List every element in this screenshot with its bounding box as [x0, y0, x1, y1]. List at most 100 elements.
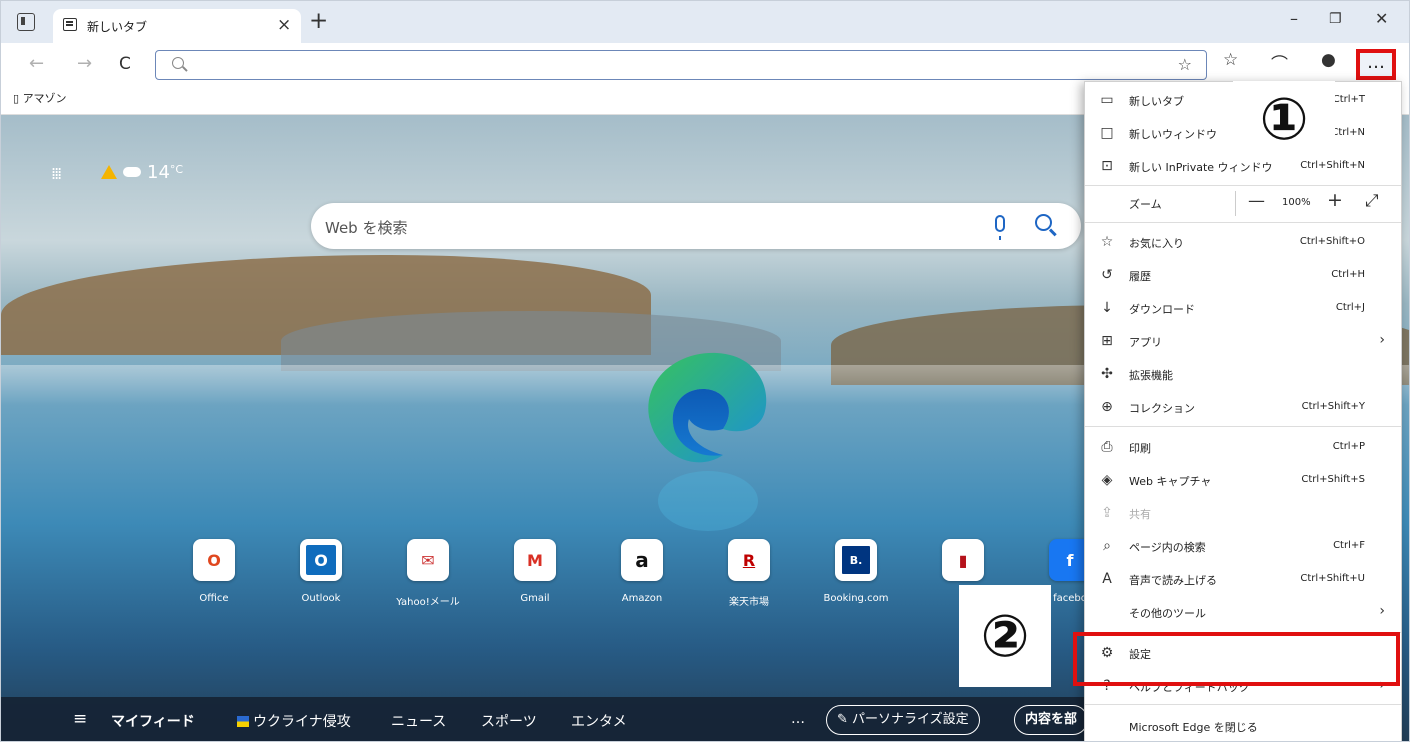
minimize-button[interactable]: – — [1290, 9, 1298, 28]
feed-tab-ukraine[interactable]: ウクライナ侵攻 — [237, 711, 351, 731]
share-icon: ⇪ — [1101, 505, 1113, 521]
new-tab-button[interactable]: + — [309, 10, 328, 33]
menu-label: 拡張機能 — [1129, 369, 1173, 382]
booking-icon: B. — [835, 539, 877, 581]
tile-amazon[interactable]: a Amazon — [597, 539, 687, 604]
menu-share[interactable]: ⇪ 共有 — [1085, 497, 1401, 530]
menu-read-aloud[interactable]: A 音声で読み上げる Ctrl+Shift+U — [1085, 563, 1401, 596]
menu-shortcut: Ctrl+Shift+Y — [1301, 401, 1365, 412]
menu-downloads[interactable]: ↓ ダウンロード Ctrl+J — [1085, 292, 1401, 325]
favorites-icon: ☆ — [1100, 234, 1114, 250]
feed-tab-label: ウクライナ侵攻 — [253, 714, 351, 730]
step-marker-1: ① — [1233, 81, 1335, 157]
menu-print[interactable]: ⎙ 印刷 Ctrl+P — [1085, 431, 1401, 464]
weather-widget[interactable]: 14°C — [101, 162, 183, 183]
tile-label: Gmail — [520, 593, 550, 604]
amazon-icon: a — [621, 539, 663, 581]
forward-button[interactable]: → — [77, 53, 92, 74]
extensions-icon: ✣ — [1101, 366, 1113, 382]
fullscreen-icon[interactable]: ⤢ — [1365, 191, 1379, 211]
menu-label: Web キャプチャ — [1129, 475, 1212, 488]
menu-close-edge[interactable]: Microsoft Edge を閉じる — [1085, 710, 1401, 741]
tile-office[interactable]: O Office — [169, 539, 259, 604]
settings-and-more-button[interactable]: … — [1356, 49, 1396, 80]
close-window-button[interactable]: ✕ — [1375, 9, 1388, 28]
menu-label: 新しいタブ — [1129, 95, 1184, 108]
menu-favorites[interactable]: ☆ お気に入り Ctrl+Shift+O — [1085, 226, 1401, 259]
content-settings-button[interactable]: 内容を部 — [1014, 705, 1089, 735]
feed-tab-sports[interactable]: スポーツ — [481, 711, 537, 731]
menu-separator — [1085, 185, 1401, 186]
gmail-icon: M — [514, 539, 556, 581]
favorite-item[interactable]: ▯ アマゾン — [13, 90, 67, 106]
tab-close-button[interactable]: × — [277, 15, 291, 35]
menu-collections[interactable]: ⊕ コレクション Ctrl+Shift+Y — [1085, 391, 1401, 424]
tile-outlook[interactable]: O Outlook — [276, 539, 366, 604]
feed-tab-entertainment[interactable]: エンタメ — [571, 711, 627, 731]
tile-gmail[interactable]: M Gmail — [490, 539, 580, 604]
address-bar[interactable]: ☆ — [155, 50, 1207, 80]
menu-shortcut: Ctrl+N — [1331, 127, 1365, 138]
personalize-button[interactable]: ✎ パーソナライズ設定 — [826, 705, 980, 735]
zoom-in-button[interactable]: + — [1327, 189, 1343, 211]
quick-links: O Office O Outlook ✉ Yahoo!メール M Gmail a Amaz… — [169, 539, 1091, 619]
menu-label: ダウンロード — [1129, 303, 1195, 316]
outlook-icon: O — [300, 539, 342, 581]
feed-tab-news[interactable]: ニュース — [391, 711, 446, 731]
collections-icon[interactable]: ⌒ — [1271, 50, 1288, 75]
menu-label: 音声で読み上げる — [1129, 574, 1217, 587]
menu-history[interactable]: ↺ 履歴 Ctrl+H — [1085, 259, 1401, 292]
back-button[interactable]: ← — [29, 53, 44, 74]
menu-shortcut: Ctrl+Shift+S — [1301, 474, 1365, 485]
favorites-icon[interactable]: ☆ — [1223, 50, 1238, 70]
web-search-box[interactable]: Web を検索 — [311, 203, 1081, 249]
edge-logo-reflection — [658, 471, 758, 531]
menu-label: その他のツール — [1129, 607, 1206, 620]
rakuten-icon: R — [728, 539, 770, 581]
tab-actions-icon[interactable] — [17, 13, 35, 31]
web-capture-icon: ◈ — [1101, 472, 1113, 488]
search-icon[interactable] — [1035, 214, 1052, 231]
menu-label: 履歴 — [1129, 270, 1151, 283]
refresh-button[interactable]: C — [119, 54, 131, 74]
zoom-out-button[interactable]: — — [1248, 191, 1265, 211]
warning-icon — [101, 165, 117, 179]
menu-label: コレクション — [1129, 402, 1195, 415]
menu-icon[interactable]: ≡ — [73, 709, 87, 729]
menu-shortcut: Ctrl+T — [1332, 94, 1365, 105]
tile-rakuten[interactable]: R 楽天市場 — [704, 539, 794, 608]
zoom-level: 100% — [1282, 197, 1311, 208]
tile-label: Office — [199, 593, 229, 604]
profile-icon[interactable]: ● — [1321, 50, 1336, 70]
feed-more-button[interactable]: … — [791, 711, 805, 727]
restore-button[interactable]: ❐ — [1329, 11, 1342, 27]
menu-find[interactable]: ⌕ ページ内の検索 Ctrl+F — [1085, 530, 1401, 563]
menu-web-capture[interactable]: ◈ Web キャプチャ Ctrl+Shift+S — [1085, 464, 1401, 497]
shopping-bag-icon: ▮ — [942, 539, 984, 581]
microphone-icon[interactable] — [995, 215, 1005, 240]
new-tab-icon: ▭ — [1100, 92, 1114, 108]
chevron-right-icon: › — [1379, 603, 1385, 619]
menu-shortcut: Ctrl+F — [1333, 540, 1365, 551]
menu-apps[interactable]: ⊞ アプリ › — [1085, 325, 1401, 358]
print-icon: ⎙ — [1101, 439, 1113, 455]
tab-new-tab[interactable]: 新しいタブ × — [53, 9, 301, 43]
menu-label: アプリ — [1129, 336, 1162, 349]
menu-label: Microsoft Edge を閉じる — [1129, 721, 1258, 734]
add-favorite-icon[interactable]: ☆ — [1178, 55, 1192, 74]
menu-more-tools[interactable]: その他のツール › — [1085, 596, 1401, 629]
tile-label: 楽天市場 — [729, 597, 769, 608]
menu-shortcut: Ctrl+H — [1331, 269, 1365, 280]
app-launcher-icon[interactable]: ⁞⁞⁞ — [51, 164, 62, 183]
zoom-divider — [1235, 191, 1236, 216]
menu-shortcut: Ctrl+P — [1332, 441, 1365, 452]
tile-yahoo-mail[interactable]: ✉ Yahoo!メール — [383, 539, 473, 608]
menu-extensions[interactable]: ✣ 拡張機能 — [1085, 358, 1401, 391]
feed-tab-my-feed[interactable]: マイフィード — [111, 711, 195, 731]
collections-icon: ⊕ — [1101, 399, 1113, 415]
personalize-label: パーソナライズ設定 — [852, 712, 969, 727]
tile-label: Amazon — [621, 593, 663, 604]
find-icon: ⌕ — [1103, 538, 1111, 554]
history-icon: ↺ — [1101, 267, 1113, 283]
tile-booking[interactable]: B. Booking.com — [811, 539, 901, 604]
